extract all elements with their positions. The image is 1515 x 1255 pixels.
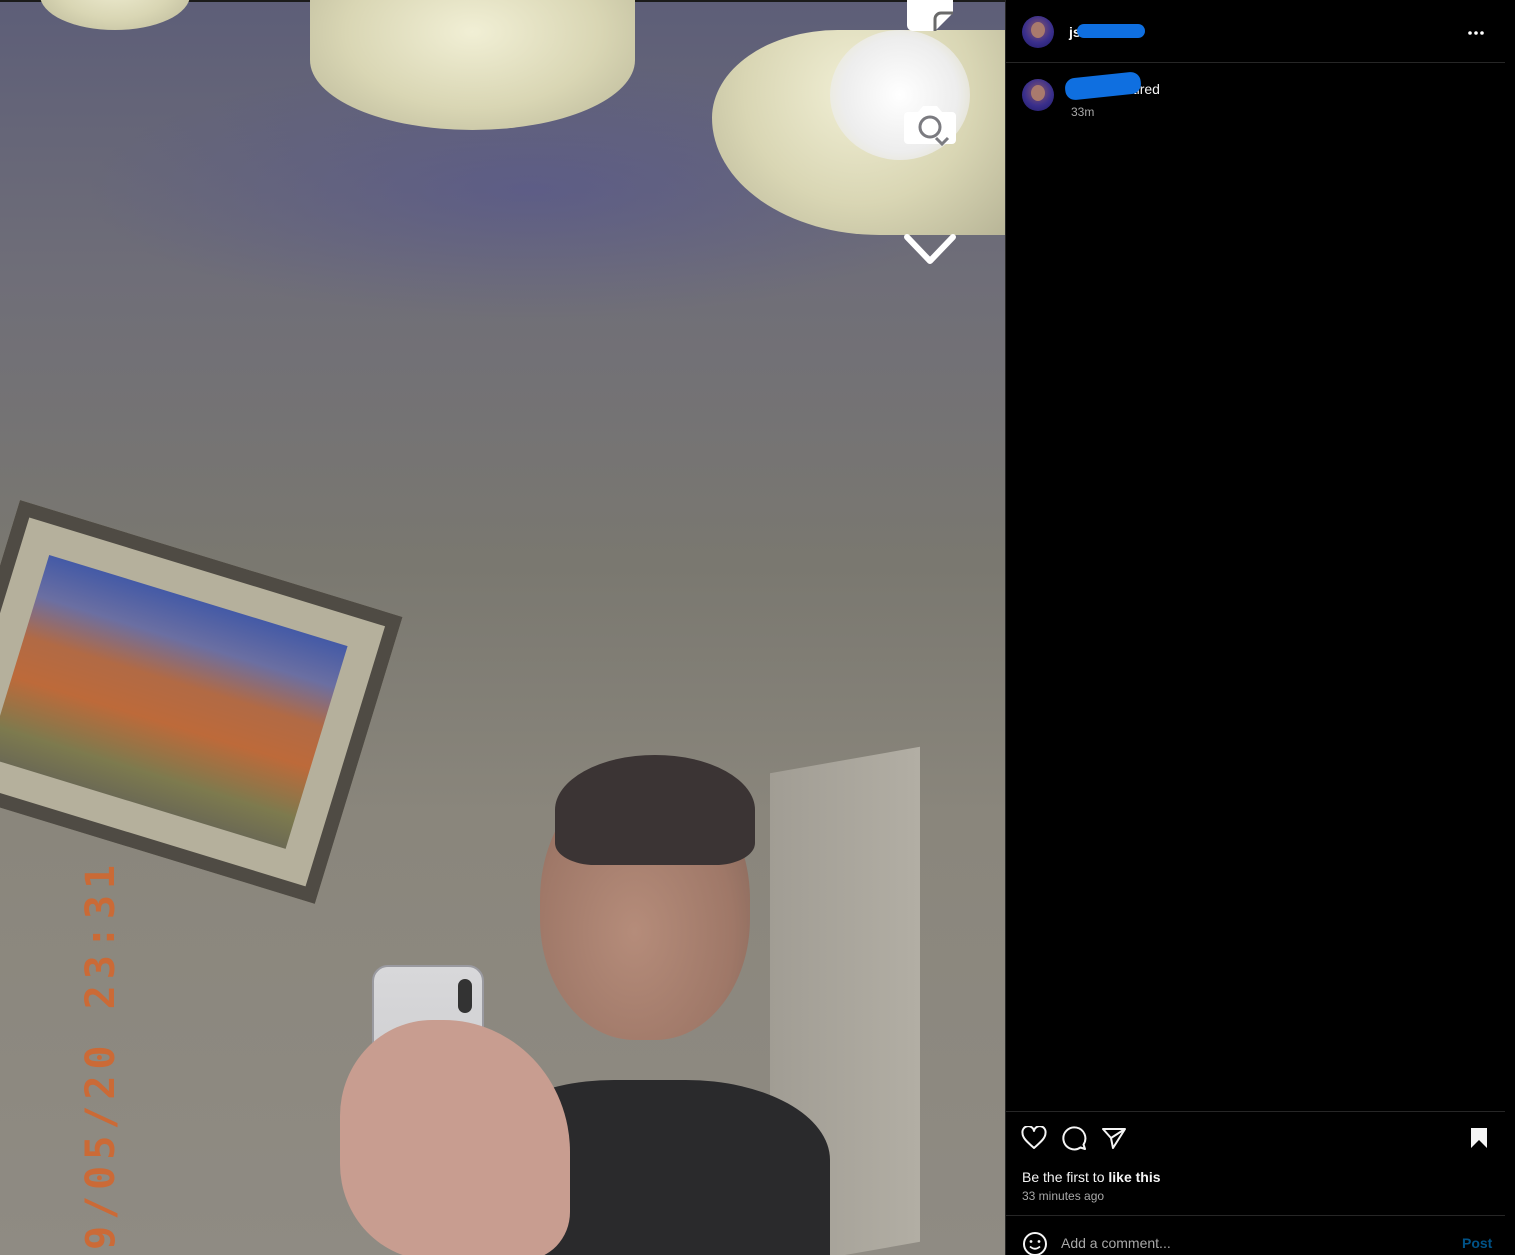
phone-camera — [458, 979, 472, 1013]
more-horizontal-icon — [1467, 23, 1485, 41]
avatar[interactable] — [1022, 79, 1054, 111]
caption-comment: jstired 33m — [1005, 63, 1505, 133]
comment-time[interactable]: 33m — [1071, 105, 1094, 119]
post-media[interactable]: 9/05/20 23:31 — [0, 0, 1005, 1255]
post-timestamp[interactable]: 33 minutes ago — [1022, 1189, 1104, 1203]
comment-icon — [1061, 1125, 1087, 1156]
camera-flip-icon — [900, 94, 960, 154]
hand — [340, 1020, 570, 1255]
send-icon — [1101, 1126, 1127, 1155]
save-button[interactable] — [1465, 1126, 1493, 1154]
redaction-mark — [1077, 24, 1145, 38]
painting-art — [0, 554, 348, 849]
sticker-icon — [903, 0, 957, 37]
collapse-button[interactable] — [898, 218, 962, 282]
comment-input[interactable] — [1061, 1230, 1441, 1255]
share-button[interactable] — [1100, 1126, 1128, 1154]
like-this-link[interactable]: like this — [1108, 1169, 1160, 1185]
heart-icon — [1021, 1124, 1047, 1155]
likes-summary: Be the first to like this — [1022, 1169, 1161, 1185]
post-actions: Be the first to like this 33 minutes ago — [1005, 1111, 1505, 1215]
like-button[interactable] — [1020, 1124, 1048, 1155]
ceiling-lamp — [40, 0, 190, 30]
avatar[interactable] — [1022, 16, 1054, 48]
post-sidebar: js jstired 33m — [1005, 0, 1515, 1255]
flip-camera-button[interactable] — [898, 92, 962, 156]
post-comment-button[interactable]: Post — [1462, 1235, 1492, 1251]
more-options-button[interactable] — [1460, 18, 1492, 46]
add-comment-bar: Post — [1005, 1215, 1505, 1255]
post-header: js — [1005, 0, 1505, 63]
chevron-down-icon — [903, 233, 957, 267]
comment-button[interactable] — [1060, 1125, 1088, 1156]
wall-painting — [0, 500, 403, 904]
divider — [1005, 0, 1006, 1255]
photo-datestamp: 9/05/20 23:31 — [78, 858, 124, 1250]
sticker-button[interactable] — [898, 0, 962, 42]
emoji-button[interactable] — [1022, 1231, 1048, 1255]
person-hair — [555, 755, 755, 865]
likes-prefix: Be the first to — [1022, 1169, 1105, 1185]
emoji-icon — [1022, 1232, 1048, 1255]
bookmark-icon — [1469, 1126, 1489, 1155]
